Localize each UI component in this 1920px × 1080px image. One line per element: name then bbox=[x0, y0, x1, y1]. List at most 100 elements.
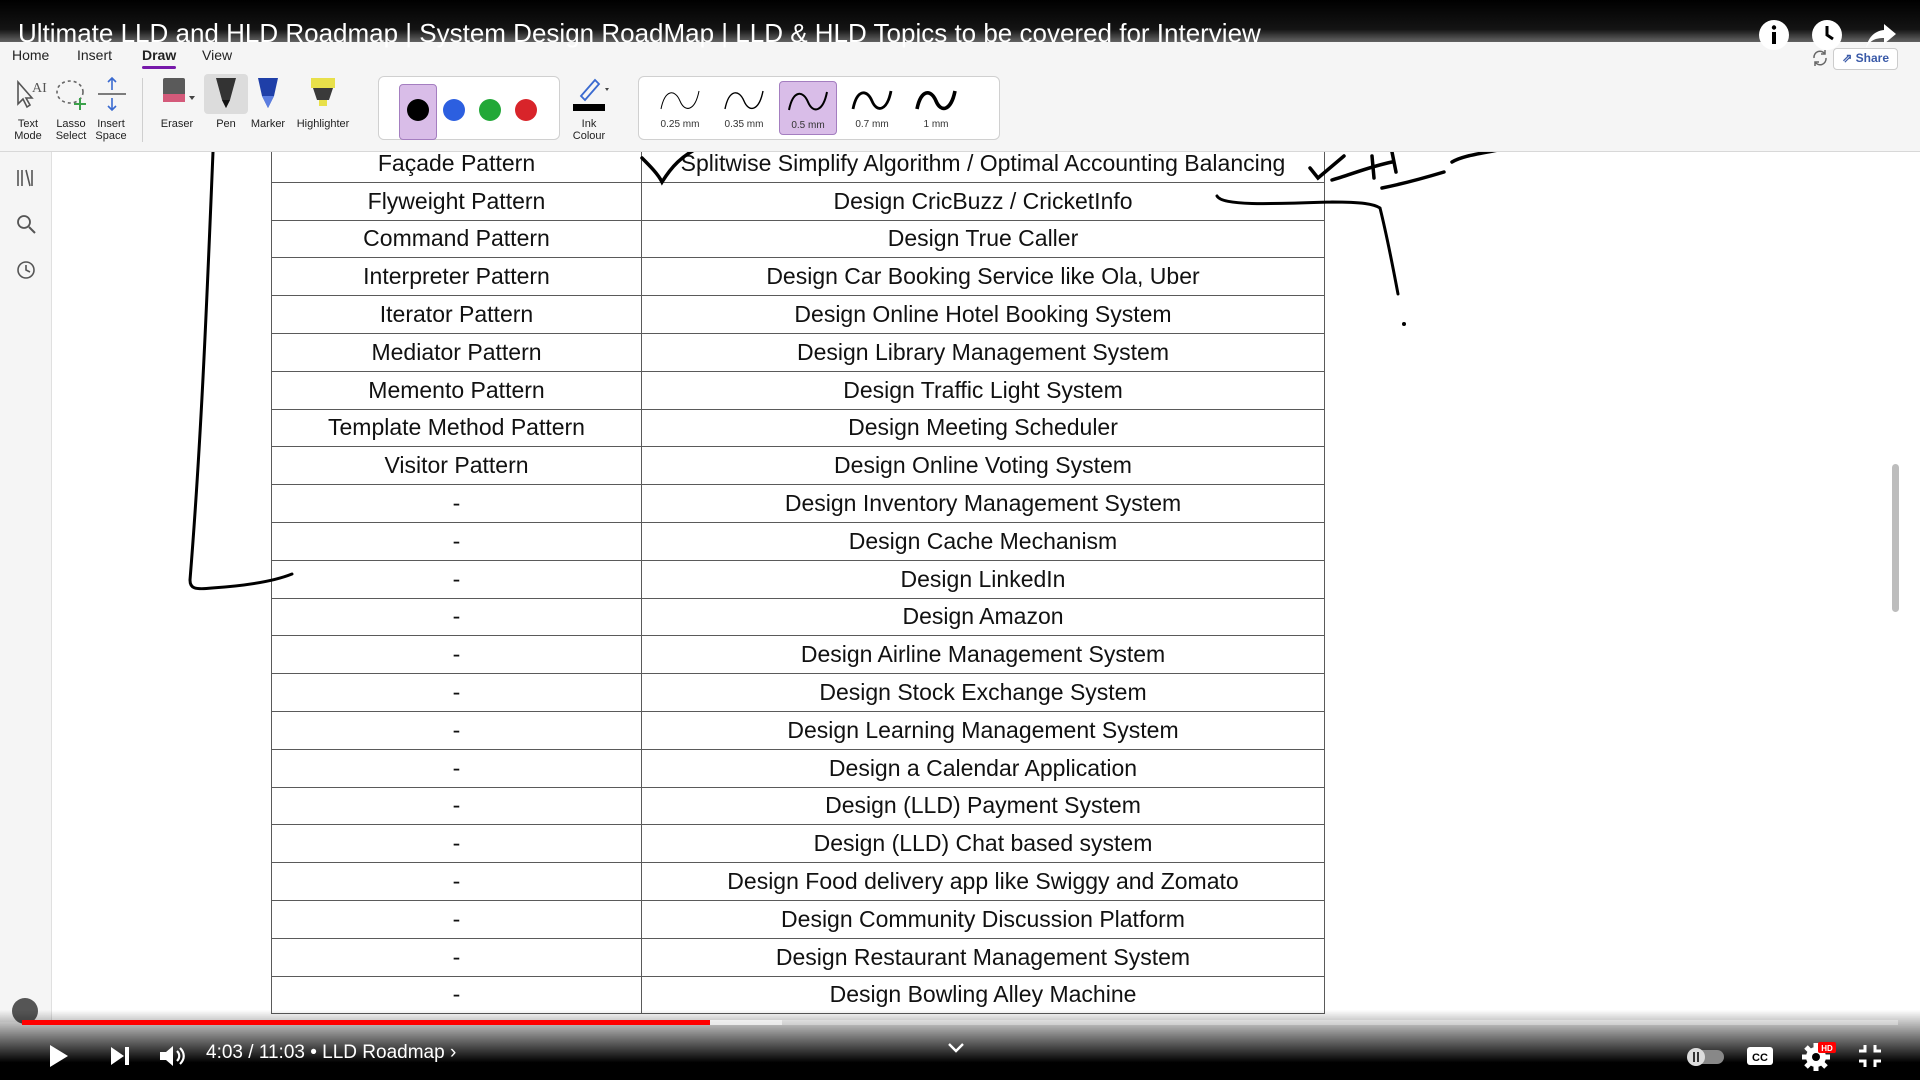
design-problem-cell: Design Food delivery app like Swiggy and… bbox=[641, 862, 1325, 901]
design-problem-cell: Design Meeting Scheduler bbox=[641, 408, 1325, 448]
tab-home[interactable]: Home bbox=[12, 47, 49, 63]
exit-fullscreen-icon[interactable] bbox=[1854, 1040, 1886, 1072]
design-problem-cell: Design CricBuzz / CricketInfo bbox=[641, 181, 1325, 221]
ink-colour-label: Ink Colour bbox=[572, 118, 606, 142]
time-current: 4:03 bbox=[206, 1042, 243, 1063]
lasso-select-button[interactable]: Lasso Select bbox=[50, 74, 92, 142]
settings-gear-icon[interactable]: HD bbox=[1800, 1040, 1836, 1072]
autoplay-toggle-icon[interactable] bbox=[1684, 1040, 1726, 1072]
eraser-icon bbox=[155, 74, 199, 114]
lasso-icon bbox=[50, 74, 94, 114]
design-problem-cell: Design True Caller bbox=[641, 219, 1325, 259]
vertical-scrollbar[interactable] bbox=[1892, 464, 1899, 612]
design-problem-cell: Design Cache Mechanism bbox=[641, 521, 1325, 561]
thickness-option-0-25[interactable]: 0.25 mm bbox=[651, 81, 709, 135]
insert-space-label: Insert Space bbox=[95, 118, 127, 142]
design-problem-cell: Design Library Management System bbox=[641, 332, 1325, 372]
table-row: - Design (LLD) Chat based system bbox=[271, 824, 1325, 864]
design-problem-cell: Design (LLD) Chat based system bbox=[641, 824, 1325, 864]
marker-button[interactable]: Marker bbox=[246, 74, 290, 130]
insert-space-button[interactable]: Insert Space bbox=[90, 74, 132, 142]
thickness-option-0-7[interactable]: 0.7 mm bbox=[843, 81, 901, 135]
design-pattern-cell: Memento Pattern bbox=[271, 370, 642, 410]
time-total: 11:03 bbox=[258, 1042, 305, 1063]
table-row: - Design (LLD) Payment System bbox=[271, 786, 1325, 826]
svg-text:AI: AI bbox=[32, 81, 47, 96]
chapter-title[interactable]: • LLD Roadmap › bbox=[305, 1042, 456, 1063]
notebooks-icon[interactable] bbox=[14, 166, 38, 190]
video-title[interactable]: Ultimate LLD and HLD Roadmap | System De… bbox=[18, 18, 1261, 49]
highlighter-button[interactable]: Highlighter bbox=[292, 74, 354, 130]
design-pattern-cell: Visitor Pattern bbox=[271, 446, 642, 486]
svg-text:CC: CC bbox=[1752, 1052, 1768, 1064]
thickness-option-1[interactable]: 1 mm bbox=[907, 81, 965, 135]
ink-colour-button[interactable]: Ink Colour bbox=[562, 74, 616, 142]
share-label: Share bbox=[1855, 51, 1889, 65]
thickness-label-1: 1 mm bbox=[923, 119, 949, 130]
design-pattern-cell: Iterator Pattern bbox=[271, 295, 642, 334]
tab-draw[interactable]: Draw bbox=[142, 47, 177, 69]
thickness-option-0-5[interactable]: 0.5 mm bbox=[779, 81, 837, 135]
design-pattern-cell: Template Method Pattern bbox=[271, 408, 642, 448]
text-mode-button[interactable]: AI Text Mode bbox=[8, 74, 48, 142]
design-pattern-cell: - bbox=[271, 484, 642, 523]
marker-label: Marker bbox=[250, 118, 286, 130]
table-row: Memento Pattern Design Traffic Light Syst… bbox=[271, 370, 1325, 410]
table-row: Mediator Pattern Design Library Managemen… bbox=[271, 332, 1325, 372]
color-swatch-blue[interactable] bbox=[443, 99, 465, 121]
design-problem-cell: Splitwise Simplify Algorithm / Optimal A… bbox=[641, 152, 1325, 183]
design-pattern-cell: - bbox=[271, 673, 642, 712]
design-pattern-cell: - bbox=[271, 899, 642, 939]
design-pattern-cell: - bbox=[271, 748, 642, 788]
player-controls: 4:03 / 11:03 • LLD Roadmap › CC HD bbox=[0, 1032, 1920, 1080]
design-pattern-cell: - bbox=[271, 975, 642, 1015]
note-canvas[interactable]: Façade Pattern Splitwise Simplify Algorit… bbox=[52, 152, 1902, 1022]
ink-dot bbox=[1402, 322, 1406, 326]
pen-color-palette bbox=[378, 76, 560, 140]
table-body: Façade Pattern Splitwise Simplify Algorit… bbox=[271, 152, 1325, 1015]
chevron-down-icon[interactable] bbox=[944, 1036, 968, 1060]
play-icon[interactable] bbox=[42, 1040, 74, 1072]
table-row: Template Method Pattern Design Meeting Sc… bbox=[271, 408, 1325, 448]
share-arrow-icon[interactable] bbox=[1864, 18, 1898, 52]
design-problem-cell: Design (LLD) Payment System bbox=[641, 786, 1325, 826]
color-swatch-green[interactable] bbox=[479, 99, 501, 121]
design-pattern-cell: - bbox=[271, 710, 642, 750]
design-pattern-cell: Façade Pattern bbox=[271, 152, 642, 183]
design-pattern-cell: - bbox=[271, 635, 642, 675]
ribbon-divider bbox=[142, 78, 143, 142]
lasso-select-label: Lasso Select bbox=[55, 118, 87, 142]
design-problem-cell: Design Stock Exchange System bbox=[641, 673, 1325, 712]
thickness-label-0-7: 0.7 mm bbox=[855, 119, 889, 130]
design-pattern-cell: - bbox=[271, 862, 642, 901]
highlighter-label: Highlighter bbox=[296, 118, 350, 130]
thickness-label-0-35: 0.35 mm bbox=[724, 119, 764, 130]
design-problem-cell: Design Online Voting System bbox=[641, 446, 1325, 486]
design-problem-cell: Design Inventory Management System bbox=[641, 484, 1325, 523]
design-problem-cell: Design LinkedIn bbox=[641, 559, 1325, 599]
thickness-option-0-35[interactable]: 0.35 mm bbox=[715, 81, 773, 135]
color-swatch-red[interactable] bbox=[515, 99, 537, 121]
pen-button[interactable]: Pen bbox=[204, 74, 248, 130]
tab-insert[interactable]: Insert bbox=[77, 47, 112, 63]
info-icon[interactable] bbox=[1757, 18, 1791, 52]
clock-icon[interactable] bbox=[1810, 18, 1844, 52]
color-swatch-black[interactable] bbox=[407, 99, 429, 121]
volume-icon[interactable] bbox=[156, 1040, 188, 1072]
ink-colour-icon bbox=[567, 74, 611, 114]
video-title-bar: Ultimate LLD and HLD Roadmap | System De… bbox=[0, 0, 1920, 50]
design-problem-cell: Design Restaurant Management System bbox=[641, 937, 1325, 977]
next-icon[interactable] bbox=[104, 1040, 136, 1072]
time-separator: / bbox=[242, 1042, 259, 1063]
highlighter-icon bbox=[301, 74, 345, 114]
design-problem-cell: Design Airline Management System bbox=[641, 635, 1325, 675]
tab-view[interactable]: View bbox=[202, 47, 232, 63]
cc-icon[interactable]: CC bbox=[1744, 1040, 1776, 1072]
left-rail bbox=[0, 152, 52, 1022]
eraser-button[interactable]: Eraser bbox=[152, 74, 202, 130]
progress-bar[interactable] bbox=[22, 1020, 1898, 1025]
table-row: - Design LinkedIn bbox=[271, 559, 1325, 599]
search-icon[interactable] bbox=[14, 212, 38, 236]
recent-clock-icon[interactable] bbox=[14, 258, 38, 282]
insert-space-icon bbox=[90, 74, 134, 114]
